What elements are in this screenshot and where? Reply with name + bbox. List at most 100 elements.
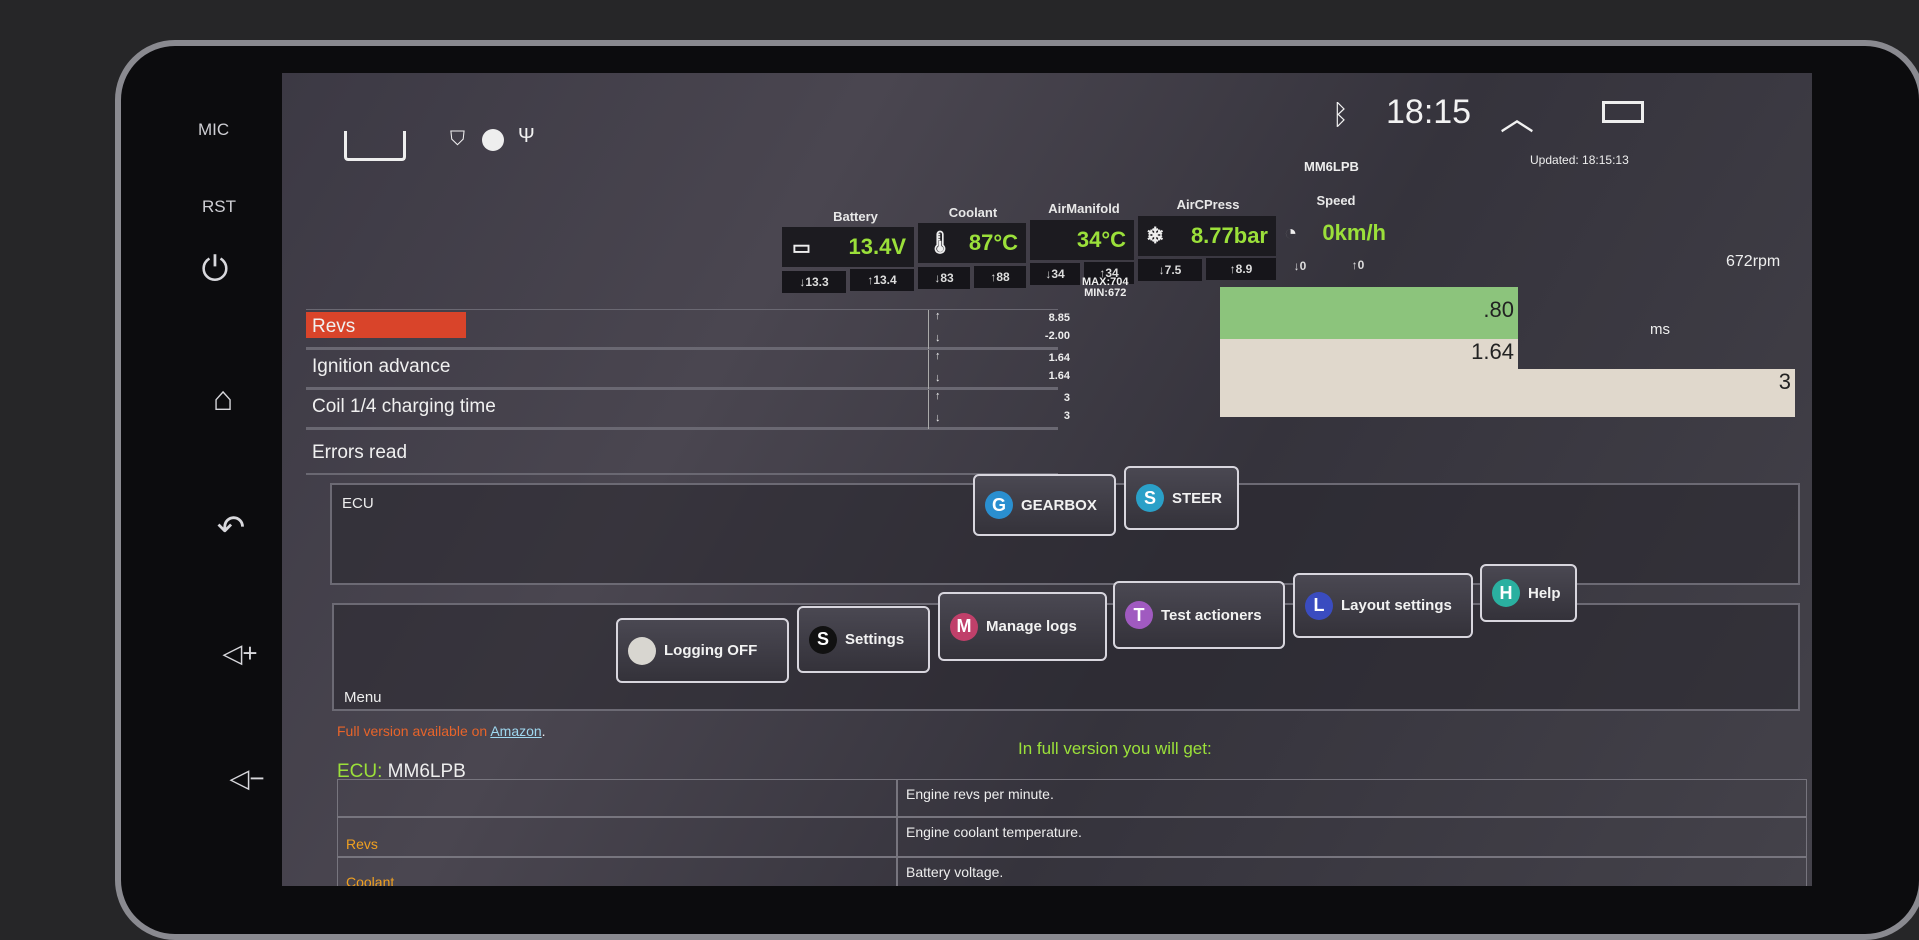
battery-icon: ▭: [792, 236, 811, 259]
param-down: 3: [1063, 410, 1070, 422]
gearbox-icon: G: [985, 491, 1013, 519]
button-label: Logging OFF: [664, 642, 758, 659]
button-label: Test actioners: [1161, 606, 1262, 624]
param-label: Revs: [312, 316, 356, 337]
recents-icon[interactable]: [1602, 101, 1644, 123]
mic-label: MIC: [198, 120, 230, 139]
home-outline-icon[interactable]: [344, 131, 406, 161]
logging-toggle-button[interactable]: Logging OFF: [616, 618, 789, 683]
gauge-value: 0km/h: [1322, 220, 1386, 245]
param-label: Errors read: [312, 442, 408, 463]
gauge-value: 34°C: [1076, 227, 1126, 252]
shield-icon: ⛉: [450, 128, 465, 150]
feature-description: Battery voltage.: [897, 857, 1807, 886]
button-label: Manage logs: [986, 618, 1077, 635]
gauge-label-speed: Speed: [1316, 193, 1356, 208]
param-up: 3: [1063, 392, 1070, 404]
rpm-readout: 672rpm: [1726, 253, 1781, 270]
param-row-errors[interactable]: Errors read: [306, 429, 1058, 475]
circle-icon: [482, 129, 504, 151]
param-arrows: ↑ ↓ 8.85 -2.00: [928, 310, 1078, 350]
back-icon[interactable]: ↶: [206, 508, 256, 548]
updated-time: Updated: 18:15:13: [1530, 153, 1629, 167]
settings-button[interactable]: S Settings: [797, 606, 930, 673]
gauge-value: 87°C: [968, 230, 1018, 255]
chevron-up-icon[interactable]: ︿: [1500, 91, 1534, 140]
test-actioners-button[interactable]: T Test actioners: [1113, 581, 1285, 649]
layout-settings-icon: L: [1305, 591, 1333, 620]
arrow-up-icon: ↑: [935, 390, 941, 402]
param-row-coil[interactable]: Coil 1/4 charging time ↑ ↓ 3 3: [306, 389, 1070, 430]
feature-name: Revs: [337, 817, 897, 857]
gauge-value: 13.4V: [848, 234, 907, 259]
gauge-label-airmanifold: AirManifold: [1048, 201, 1120, 216]
clock: 18:15: [1386, 93, 1472, 131]
volume-down-icon[interactable]: ◁−: [222, 763, 272, 794]
param-up: 1.64: [1048, 352, 1070, 364]
revs-range: MAX:704 MIN:672: [1082, 277, 1128, 299]
gauge-label-coolant: Coolant: [948, 205, 998, 220]
gauge-label-battery: Battery: [833, 209, 878, 224]
arrow-down-icon: ↓: [935, 412, 941, 424]
steer-button[interactable]: S STEER: [1124, 466, 1239, 530]
gauge-airmanifold: 34°C: [1030, 220, 1134, 260]
help-icon: H: [1492, 579, 1520, 607]
amazon-link[interactable]: Amazon: [490, 723, 541, 739]
param-down: 1.64: [1048, 370, 1070, 382]
screen: ⛉ Ψ ᛒ 18:15 ︿ MM6LPB Updated: 18:15:13 6…: [282, 73, 1812, 886]
gauge-min: ↓83: [918, 267, 970, 289]
gauge-min: ↓0: [1293, 259, 1307, 273]
param-down: -2.00: [1044, 330, 1070, 342]
rst-label: RST: [202, 197, 236, 216]
feature-name: [337, 779, 897, 817]
gauge-coolant: 🌡 87°C: [918, 223, 1026, 263]
gauge-min: ↓13.3: [782, 271, 846, 293]
param-arrows: ↑ ↓ 1.64 1.64: [928, 350, 1078, 390]
promo-text: Full version available on Amazon.: [337, 723, 546, 739]
gauge-max: ↑0: [1351, 258, 1365, 272]
full-version-heading: In full version you will get:: [1018, 739, 1212, 758]
menu-panel-label: Menu: [344, 689, 382, 706]
gauge-max: ↑88: [974, 266, 1026, 288]
promo-label: Full version available on: [337, 723, 491, 739]
manage-logs-button[interactable]: M Manage logs: [938, 592, 1107, 661]
gauge-battery: ▭ 13.4V: [782, 227, 914, 267]
gauge-max: ↑13.4: [850, 269, 914, 291]
ecu-panel-label: ECU: [342, 495, 374, 512]
manage-logs-icon: M: [950, 612, 978, 641]
test-actioners-icon: T: [1125, 601, 1153, 629]
param-label: Coil 1/4 charging time: [312, 396, 496, 417]
power-icon[interactable]: ⏻: [190, 250, 240, 289]
coil-unit: ms: [1650, 321, 1670, 338]
arrow-down-icon: ↓: [935, 372, 941, 384]
param-up: 8.85: [1048, 312, 1070, 324]
param-row-ignition[interactable]: Ignition advance ↑ ↓ 1.64 1.64: [306, 349, 1070, 390]
gauge-label-aircpress: AirCPress: [1176, 197, 1240, 212]
promo-suffix: .: [541, 723, 546, 739]
arrow-down-icon: ↓: [935, 332, 941, 344]
gauge-aircpress: ❄ 8.77bar: [1138, 216, 1276, 256]
gauge-max: ↑8.9: [1206, 258, 1276, 280]
revs-min: MIN:672: [1084, 287, 1127, 299]
button-label: GEARBOX: [1021, 496, 1097, 514]
settings-icon: S: [809, 625, 837, 654]
button-label: Help: [1528, 584, 1561, 602]
coil-value-bar: 3: [1220, 369, 1795, 417]
arrow-up-icon: ↑: [935, 350, 941, 362]
gearbox-button[interactable]: G GEARBOX: [973, 474, 1116, 536]
help-button[interactable]: H Help: [1480, 564, 1577, 622]
usb-icon: Ψ: [518, 125, 535, 147]
gauge-min: ↓7.5: [1138, 259, 1202, 281]
home-icon[interactable]: ⌂: [198, 380, 248, 419]
logging-status-icon: [628, 636, 656, 665]
gauge-min: ↓34: [1030, 263, 1080, 285]
bluetooth-icon: ᛒ: [1332, 99, 1349, 130]
volume-up-icon[interactable]: ◁+: [215, 638, 265, 669]
revs-value-bar: .80: [1220, 287, 1518, 339]
arrow-up-icon: ↑: [935, 310, 941, 322]
param-row-revs[interactable]: Revs ↑ ↓ 8.85 -2.00: [306, 309, 1070, 350]
layout-settings-button[interactable]: L Layout settings: [1293, 573, 1473, 638]
speedometer-icon: ◔: [1284, 220, 1298, 245]
feature-description: Engine revs per minute.: [897, 779, 1807, 817]
button-label: Layout settings: [1341, 597, 1452, 614]
